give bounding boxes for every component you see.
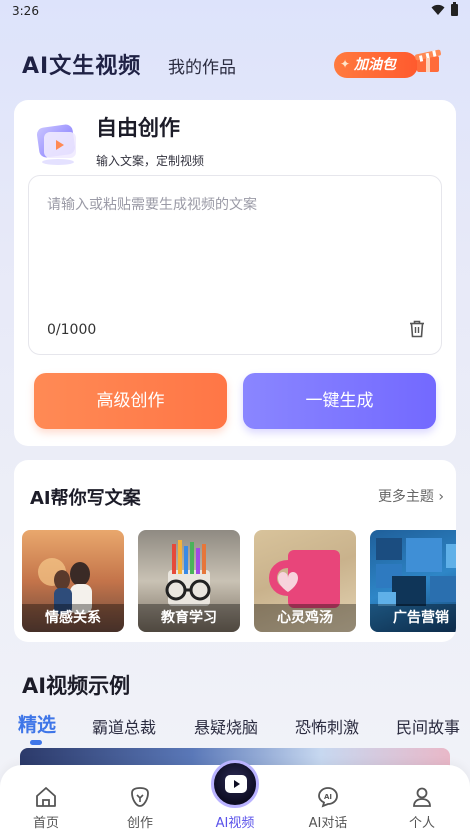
nav-label: AI对话 — [308, 816, 348, 831]
nav-label: 个人 — [408, 816, 435, 831]
nav-item-ai-chat[interactable]: AI AI对话 — [298, 785, 358, 831]
advanced-creation-button[interactable]: 高级创作 — [34, 373, 227, 429]
nav-label: 首页 — [32, 816, 59, 831]
sparkle-icon: ✦ — [340, 57, 351, 71]
topic-card-education[interactable]: 教育学习 — [138, 530, 240, 632]
status-time: 3:26 — [12, 4, 39, 18]
home-icon — [36, 787, 56, 807]
ai-copywriting-title: AI帮你写文案 — [30, 488, 141, 509]
gift-box-icon — [415, 49, 441, 72]
nav-label: AI视频 — [215, 816, 255, 831]
boost-pack-button[interactable]: 加油包 ✦ — [334, 44, 446, 84]
ai-copywriting-card: AI帮你写文案 更多主题 › 情感关系 教育学习 心灵鸡汤 广告营销 — [14, 460, 456, 642]
tab-featured[interactable]: 精选 — [18, 710, 56, 737]
ai-chat-icon: AI — [318, 787, 338, 808]
battery-icon — [451, 2, 458, 16]
topic-list: 情感关系 教育学习 心灵鸡汤 广告营销 — [22, 530, 456, 632]
ai-video-examples-title: AI视频示例 — [22, 674, 131, 698]
active-tab-indicator — [30, 740, 42, 745]
status-icons — [431, 2, 458, 16]
wifi-icon — [431, 4, 445, 15]
svg-text:AI: AI — [324, 793, 332, 801]
topic-label: 教育学习 — [138, 604, 240, 632]
script-input-placeholder: 请输入或粘贴需要生成视频的文案 — [47, 197, 257, 213]
topic-label: 广告营销 — [370, 604, 456, 632]
free-creation-card: 自由创作 输入文案，定制视频 请输入或粘贴需要生成视频的文案 0/1000 高级… — [14, 100, 456, 446]
trash-icon[interactable] — [409, 320, 425, 338]
nav-item-home[interactable]: 首页 — [16, 785, 76, 831]
nav-label: 创作 — [126, 816, 153, 831]
topic-label: 情感关系 — [22, 604, 124, 632]
tab-folk-tales[interactable]: 民间故事 — [396, 714, 460, 738]
tab-my-works[interactable]: 我的作品 — [168, 53, 236, 78]
topic-card-relationships[interactable]: 情感关系 — [22, 530, 124, 632]
char-count: 0/1000 — [47, 322, 97, 338]
topic-card-inspiration[interactable]: 心灵鸡汤 — [254, 530, 356, 632]
create-icon — [131, 787, 149, 807]
script-input[interactable]: 请输入或粘贴需要生成视频的文案 0/1000 — [28, 175, 442, 355]
free-creation-title: 自由创作 — [96, 116, 180, 140]
page-title: AI文生视频 — [22, 54, 142, 79]
nav-item-create[interactable]: 创作 — [110, 785, 170, 831]
profile-icon — [413, 787, 431, 807]
tab-suspense[interactable]: 悬疑烧脑 — [194, 714, 258, 738]
video-cube-icon — [36, 124, 76, 165]
ai-video-icon[interactable] — [211, 760, 259, 808]
topic-card-marketing[interactable]: 广告营销 — [370, 530, 456, 632]
example-category-tabs: 精选 霸道总裁 悬疑烧脑 恐怖刺激 民间故事 — [0, 710, 470, 746]
status-bar: 3:26 — [0, 0, 470, 24]
tab-horror[interactable]: 恐怖刺激 — [295, 714, 359, 738]
tab-ceo-romance[interactable]: 霸道总裁 — [92, 714, 156, 738]
free-creation-subtitle: 输入文案，定制视频 — [96, 154, 205, 168]
one-click-generate-button[interactable]: 一键生成 — [243, 373, 436, 429]
play-icon — [225, 775, 247, 793]
header: AI文生视频 我的作品 加油包 ✦ — [0, 40, 470, 88]
more-topics-link[interactable]: 更多主题 › — [378, 486, 444, 506]
nav-item-profile[interactable]: 个人 — [392, 785, 452, 831]
topic-label: 心灵鸡汤 — [254, 604, 356, 632]
